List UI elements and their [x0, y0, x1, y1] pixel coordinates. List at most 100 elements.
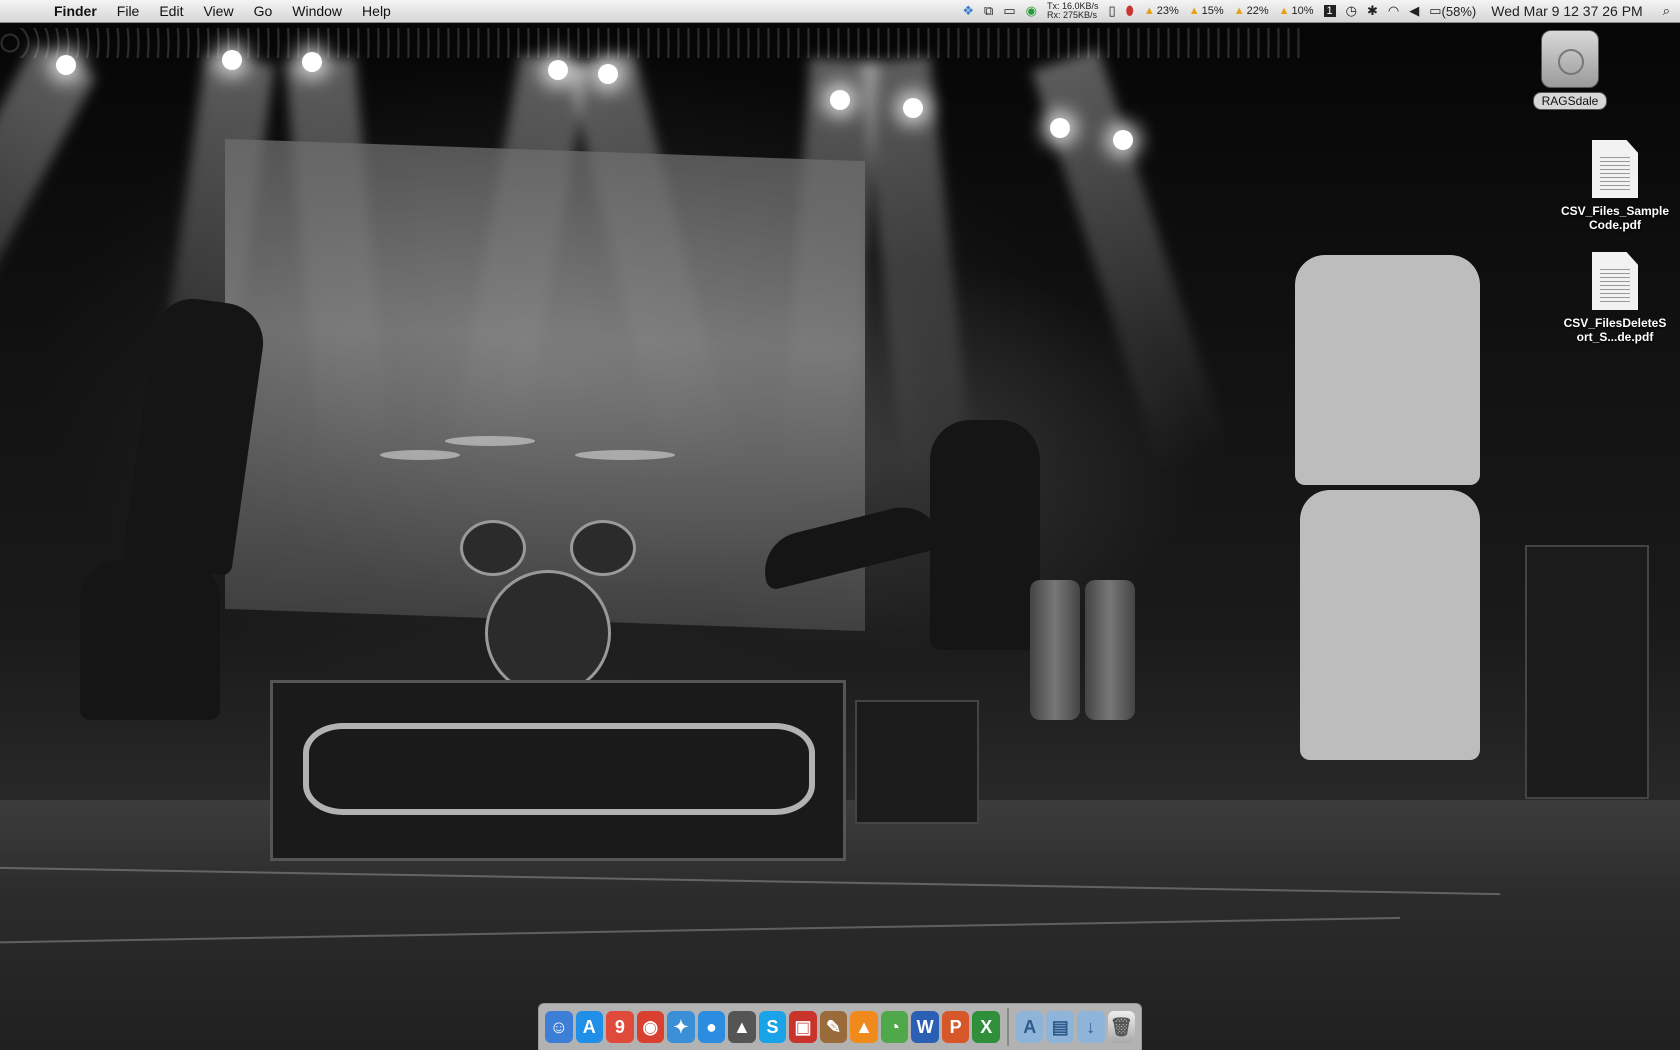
stage-spotlight — [903, 98, 923, 118]
dropbox-icon[interactable]: ❖ — [957, 0, 979, 22]
memory-meter-icon[interactable]: ▯ — [1104, 0, 1121, 22]
menu-extras: ❖ ⧉ ▭ ◉ Tx: 16.0KB/s Rx: 275KB/s ▯ ⬮ ▲ 23%… — [957, 0, 1680, 22]
net-rx-text: Rx: 275KB/s — [1046, 10, 1098, 20]
light-beam — [0, 43, 96, 448]
dock-app-chrome-icon[interactable]: ◉ — [636, 1011, 665, 1043]
tom-drum — [460, 520, 526, 576]
cpu-core-2-value: 15% — [1201, 5, 1224, 17]
adium-status-icon[interactable]: ◉ — [1021, 0, 1042, 22]
stage-spotlight — [222, 50, 242, 70]
drum-riser-banner — [270, 680, 846, 861]
battery-icon: ▭ — [1429, 3, 1442, 18]
menu-go[interactable]: Go — [244, 0, 283, 22]
amplifier-stack — [1525, 545, 1649, 799]
menu-help[interactable]: Help — [352, 0, 401, 22]
dock-app-adium-icon[interactable]: ▲ — [728, 1011, 756, 1043]
dock-app-safari-icon[interactable]: ✦ — [667, 1011, 695, 1043]
dock-app-parallels-icon[interactable]: ▣ — [789, 1011, 817, 1043]
pdf-document-icon — [1592, 252, 1638, 310]
dock-app-ichat-icon[interactable]: ● — [697, 1011, 726, 1043]
dock-app-excel-icon[interactable]: X — [972, 1011, 1000, 1043]
tom-drum — [570, 520, 636, 576]
stage-spotlight — [830, 90, 850, 110]
dock-downloads-folder-icon[interactable]: ↓ — [1077, 1011, 1105, 1043]
volume-icon[interactable]: ◀ — [1404, 0, 1424, 22]
cymbal — [445, 436, 535, 446]
lighting-truss — [0, 28, 1300, 58]
dock-app-script-editor-icon[interactable]: ✎ — [819, 1011, 848, 1043]
dock-app-app-store-icon[interactable]: A — [575, 1011, 604, 1043]
menu-window[interactable]: Window — [282, 0, 352, 22]
light-beam — [860, 56, 974, 482]
desktop-drive-ragsdale[interactable]: RAGSdale — [1515, 30, 1625, 110]
file-label: CSV_Files_SampleCode.pdf — [1560, 204, 1670, 232]
battery-status[interactable]: ▭ (58%) — [1424, 0, 1481, 22]
bass-drum — [485, 570, 611, 696]
spaces-indicator[interactable]: 1 — [1319, 0, 1341, 22]
menu-file[interactable]: File — [107, 0, 150, 22]
flame-icon: ▲ — [1233, 5, 1245, 17]
stage-spotlight — [1113, 130, 1133, 150]
flame-icon: ▲ — [1188, 5, 1200, 17]
cpu-core-1-value: 23% — [1156, 5, 1179, 17]
dock-app-powerpoint-icon[interactable]: P — [941, 1011, 970, 1043]
drive-label: RAGSdale — [1532, 92, 1608, 110]
network-monitor[interactable]: Tx: 16.0KB/s Rx: 275KB/s — [1042, 0, 1104, 22]
dock-app-vlc-icon[interactable]: ▲ — [850, 1011, 878, 1043]
cpu-core-3-value: 22% — [1246, 5, 1269, 17]
flame-icon: ▲ — [1278, 5, 1290, 17]
cpu-core-1[interactable]: ▲ 23% — [1139, 0, 1184, 22]
dock-app-skype-icon[interactable]: S — [758, 1011, 787, 1043]
spaces-number: 1 — [1323, 5, 1336, 17]
guitarist-shirt — [1295, 255, 1480, 485]
menu-clock[interactable]: Wed Mar 9 12 37 26 PM — [1481, 0, 1652, 22]
stage-spotlight — [56, 55, 76, 75]
dock-app-ical-icon[interactable]: 9 — [606, 1011, 634, 1043]
spaces-switch-icon[interactable]: ⧉ — [979, 0, 998, 22]
dock-applications-folder-icon[interactable]: A — [1015, 1011, 1044, 1043]
menu-view[interactable]: View — [193, 0, 243, 22]
desktop-file-pdf[interactable]: CSV_Files_SampleCode.pdf — [1560, 140, 1670, 232]
spotlight-search-icon[interactable]: ⌕ — [1653, 0, 1680, 22]
cpu-core-3[interactable]: ▲ 22% — [1229, 0, 1274, 22]
battery-percent: (58%) — [1441, 3, 1477, 19]
menu-edit[interactable]: Edit — [149, 0, 193, 22]
conga-drum — [1085, 580, 1135, 720]
wifi-icon[interactable]: ◠ — [1383, 0, 1404, 22]
flame-icon: ▲ — [1143, 5, 1155, 17]
terminal-icon[interactable]: ▭ — [998, 0, 1020, 22]
pdf-document-icon — [1592, 140, 1638, 198]
menu-app-finder[interactable]: Finder — [44, 0, 107, 22]
desktop-wallpaper — [0, 0, 1680, 1050]
stage-spotlight — [598, 64, 618, 84]
cpu-core-4-value: 10% — [1291, 5, 1314, 17]
dock-app-finder-icon[interactable]: ☺ — [545, 1011, 573, 1043]
band-logo — [303, 723, 815, 815]
desktop-file-pdf[interactable]: CSV_FilesDeleteSort_S...de.pdf — [1560, 252, 1670, 344]
stage-spotlight — [302, 52, 322, 72]
singer-silhouette — [930, 420, 1040, 650]
cymbal — [380, 450, 460, 460]
amplifier — [855, 700, 979, 824]
light-beam — [1031, 49, 1229, 471]
bassist-legs — [80, 560, 220, 720]
menu-bar: Finder File Edit View Go Window Help ❖ ⧉… — [0, 0, 1680, 23]
stage-spotlight — [1050, 118, 1070, 138]
temperature-icon[interactable]: ⬮ — [1121, 0, 1139, 22]
dock-app-word-icon[interactable]: W — [911, 1011, 939, 1043]
bluetooth-icon[interactable]: ✱ — [1362, 0, 1383, 22]
file-label: CSV_FilesDeleteSort_S...de.pdf — [1563, 316, 1667, 344]
dock-documents-folder-icon[interactable]: ▤ — [1046, 1011, 1074, 1043]
guitarist-shorts — [1300, 490, 1480, 760]
dock-separator — [1006, 1008, 1009, 1046]
hard-drive-icon — [1541, 30, 1599, 88]
conga-drum — [1030, 580, 1080, 720]
time-machine-icon[interactable]: ◷ — [1341, 0, 1362, 22]
stage-spotlight — [548, 60, 568, 80]
cpu-core-2[interactable]: ▲ 15% — [1184, 0, 1229, 22]
dock-app-picasa-icon[interactable]: ◔ — [880, 1011, 909, 1043]
dock: ☺ A 9 ◉ ✦ ● ▲ S ▣ ✎ ▲ ◔ W P X A ▤ ↓ 🗑 — [538, 1003, 1142, 1050]
dock-trash-icon[interactable]: 🗑 — [1107, 1011, 1136, 1043]
cymbal — [575, 450, 675, 460]
cpu-core-4[interactable]: ▲ 10% — [1274, 0, 1319, 22]
